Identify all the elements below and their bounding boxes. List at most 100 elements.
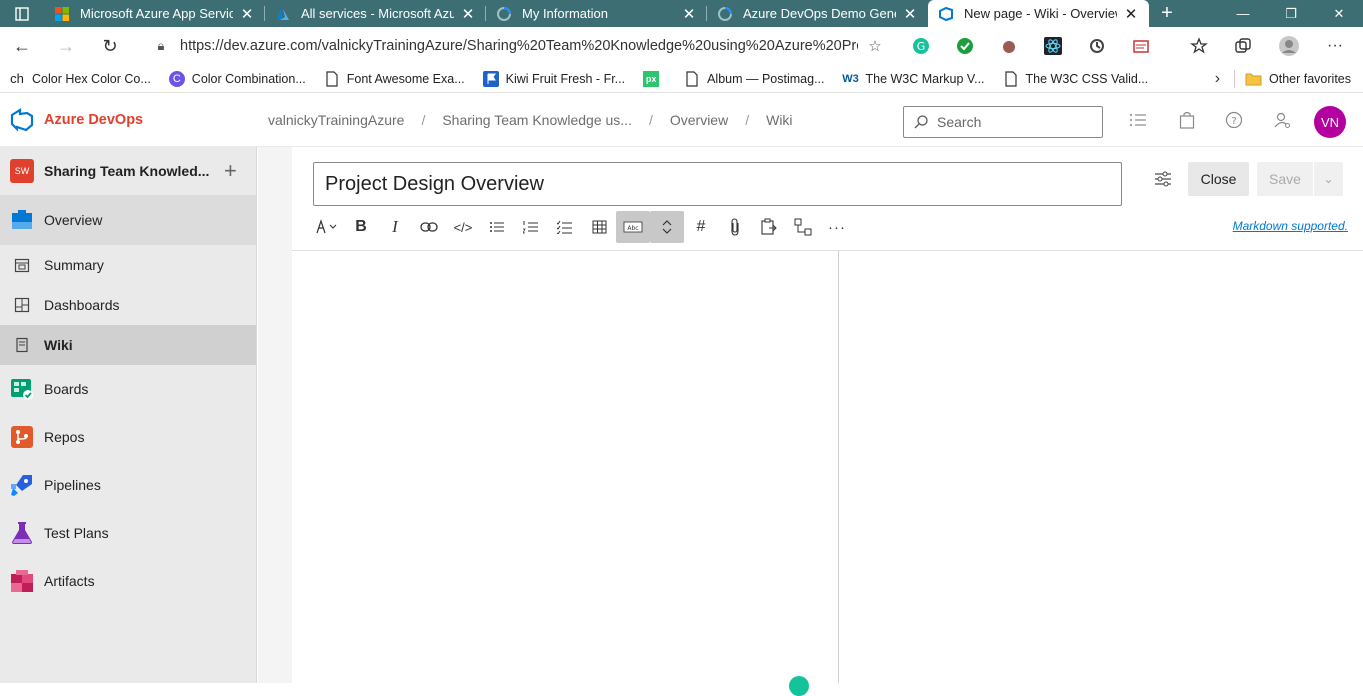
close-icon[interactable]: ✕	[460, 5, 476, 23]
close-icon[interactable]: ✕	[239, 5, 255, 23]
project-selector[interactable]: SW Sharing Team Knowled... +	[0, 147, 256, 195]
microsoft-logo-icon	[55, 6, 69, 21]
minimize-icon[interactable]: —	[1219, 0, 1267, 27]
page-settings-icon[interactable]	[1152, 168, 1174, 190]
sidebar-item-boards[interactable]: Boards	[0, 365, 256, 413]
check-extension-icon[interactable]	[948, 27, 982, 65]
italic-icon[interactable]: I	[378, 211, 412, 243]
sidebar-item-label: Test Plans	[44, 525, 109, 541]
azure-devops-icon	[939, 6, 953, 21]
favorite-link[interactable]: C Color Combination...	[160, 70, 315, 87]
refresh-button[interactable]: ↻	[88, 27, 132, 65]
save-button[interactable]: Save ⌄	[1257, 162, 1343, 196]
more-icon[interactable]: ···	[1318, 27, 1352, 65]
link-icon[interactable]	[412, 211, 446, 243]
collections-icon[interactable]	[1226, 27, 1260, 65]
web-developer-icon[interactable]	[1124, 27, 1158, 65]
restore-icon[interactable]: ❐	[1267, 0, 1315, 27]
browser-tab[interactable]: Microsoft Azure App Service ✕	[44, 0, 265, 27]
sidebar-item-test-plans[interactable]: Test Plans	[0, 509, 256, 557]
react-devtools-icon[interactable]	[1036, 27, 1070, 65]
marketplace-icon[interactable]	[1177, 110, 1197, 130]
sidebar-item-wiki[interactable]: Wiki	[0, 325, 256, 365]
sidebar-item-dashboards[interactable]: Dashboards	[0, 285, 256, 325]
sidebar-item-pipelines[interactable]: Pipelines	[0, 461, 256, 509]
azure-devops-icon	[10, 107, 34, 132]
checklist-icon[interactable]	[548, 211, 582, 243]
sidebar-item-label: Summary	[44, 257, 104, 273]
work-items-icon[interactable]	[1128, 110, 1148, 130]
breadcrumb-item[interactable]: Wiki	[766, 112, 792, 128]
markdown-help-link[interactable]: Markdown supported.	[1233, 219, 1348, 233]
profile-icon[interactable]	[1272, 27, 1306, 65]
numbered-list-icon[interactable]	[514, 211, 548, 243]
sidebar-item-summary[interactable]: Summary	[0, 245, 256, 285]
main-content: Project Design Overview Close Save ⌄ B I…	[258, 147, 1363, 696]
sync-extension-icon[interactable]	[1080, 27, 1114, 65]
plus-icon[interactable]: +	[224, 158, 237, 184]
mermaid-diagram-icon[interactable]	[786, 211, 820, 243]
lock-icon[interactable]: 🔒︎	[142, 38, 180, 54]
close-icon[interactable]: ✕	[902, 5, 918, 23]
grammarly-icon[interactable]: G	[904, 27, 938, 65]
devops-header: Azure DevOps valnickyTrainingAzure / Sha…	[0, 93, 1363, 147]
close-icon[interactable]: ✕	[681, 5, 697, 23]
sidebar-item-overview[interactable]: Overview	[0, 195, 256, 245]
favorite-link[interactable]: px Kiwi Fruit Fresh - Fr...	[634, 70, 675, 87]
sidebar-item-artifacts[interactable]: Artifacts	[0, 557, 256, 605]
favorite-link[interactable]: The W3C CSS Valid...	[994, 70, 1158, 87]
browser-tab-active[interactable]: New page - Wiki - Overview ✕	[928, 0, 1149, 27]
add-favorite-icon[interactable]: ☆	[858, 37, 892, 55]
attachment-icon[interactable]	[718, 211, 752, 243]
code-icon[interactable]: </>	[446, 211, 480, 243]
help-icon[interactable]: ?	[1224, 110, 1244, 130]
sidebar-item-repos[interactable]: Repos	[0, 413, 256, 461]
back-button[interactable]: ←	[0, 27, 44, 65]
wiki-editor: Project Design Overview Close Save ⌄ B I…	[292, 147, 1363, 696]
tab-title: All services - Microsoft Azure	[301, 6, 454, 21]
brand[interactable]: Azure DevOps	[0, 107, 268, 132]
breadcrumb-item[interactable]: valnickyTrainingAzure	[268, 112, 404, 128]
close-window-icon[interactable]: ✕	[1315, 0, 1363, 27]
page-title-input[interactable]: Project Design Overview	[313, 162, 1122, 206]
avatar[interactable]: VN	[1314, 106, 1346, 138]
highlight-text-icon[interactable]: Abc	[616, 211, 650, 243]
browser-tab[interactable]: My Information ✕	[486, 0, 707, 27]
forward-button[interactable]: →	[44, 27, 88, 65]
close-button[interactable]: Close	[1188, 162, 1249, 196]
tab-actions-icon[interactable]	[0, 0, 44, 27]
heading-icon[interactable]: #	[684, 211, 718, 243]
breadcrumb-item[interactable]: Sharing Team Knowledge us...	[442, 112, 632, 128]
bulleted-list-icon[interactable]	[480, 211, 514, 243]
new-tab-button[interactable]: +	[1149, 0, 1185, 27]
grammarly-indicator-icon[interactable]	[789, 676, 809, 696]
markdown-editor-pane[interactable]	[292, 251, 838, 683]
paste-format-icon[interactable]	[752, 211, 786, 243]
chevron-right-icon[interactable]: ›	[1215, 70, 1220, 88]
close-icon[interactable]: ✕	[1123, 5, 1139, 23]
window-controls: — ❐ ✕	[1219, 0, 1363, 27]
browser-tab[interactable]: Azure DevOps Demo Generat ✕	[707, 0, 928, 27]
breadcrumb-item[interactable]: Overview	[670, 112, 728, 128]
user-settings-icon[interactable]	[1272, 110, 1292, 130]
favorite-link[interactable]: Font Awesome Exa...	[315, 70, 474, 87]
favorite-link[interactable]: W3 The W3C Markup V...	[834, 71, 994, 87]
favorite-link[interactable]: Album — Postimag...	[675, 70, 833, 87]
favorite-link[interactable]: Kiwi Fruit Fresh - Fr...	[474, 70, 634, 87]
address-bar: ← → ↻ 🔒︎ https://dev.azure.com/valnickyT…	[0, 27, 1363, 65]
browser-tab[interactable]: All services - Microsoft Azure ✕	[265, 0, 486, 27]
search-input[interactable]: Search	[903, 106, 1103, 138]
toggle-preview-icon[interactable]	[650, 211, 684, 243]
sidebar-item-label: Artifacts	[44, 573, 95, 589]
other-favorites[interactable]: Other favorites	[1269, 72, 1351, 86]
text-format-icon[interactable]	[310, 211, 344, 243]
more-options-icon[interactable]: ···	[820, 211, 854, 243]
url-field[interactable]: 🔒︎ https://dev.azure.com/valnickyTrainin…	[142, 31, 892, 61]
table-icon[interactable]	[582, 211, 616, 243]
chevron-down-icon[interactable]: ⌄	[1314, 172, 1343, 186]
favorite-link[interactable]: ch Color Hex Color Co...	[0, 71, 160, 87]
favorites-icon[interactable]	[1182, 27, 1216, 65]
url-text[interactable]: https://dev.azure.com/valnickyTrainingAz…	[180, 38, 858, 54]
extension-icon[interactable]	[992, 27, 1026, 65]
bold-icon[interactable]: B	[344, 211, 378, 243]
